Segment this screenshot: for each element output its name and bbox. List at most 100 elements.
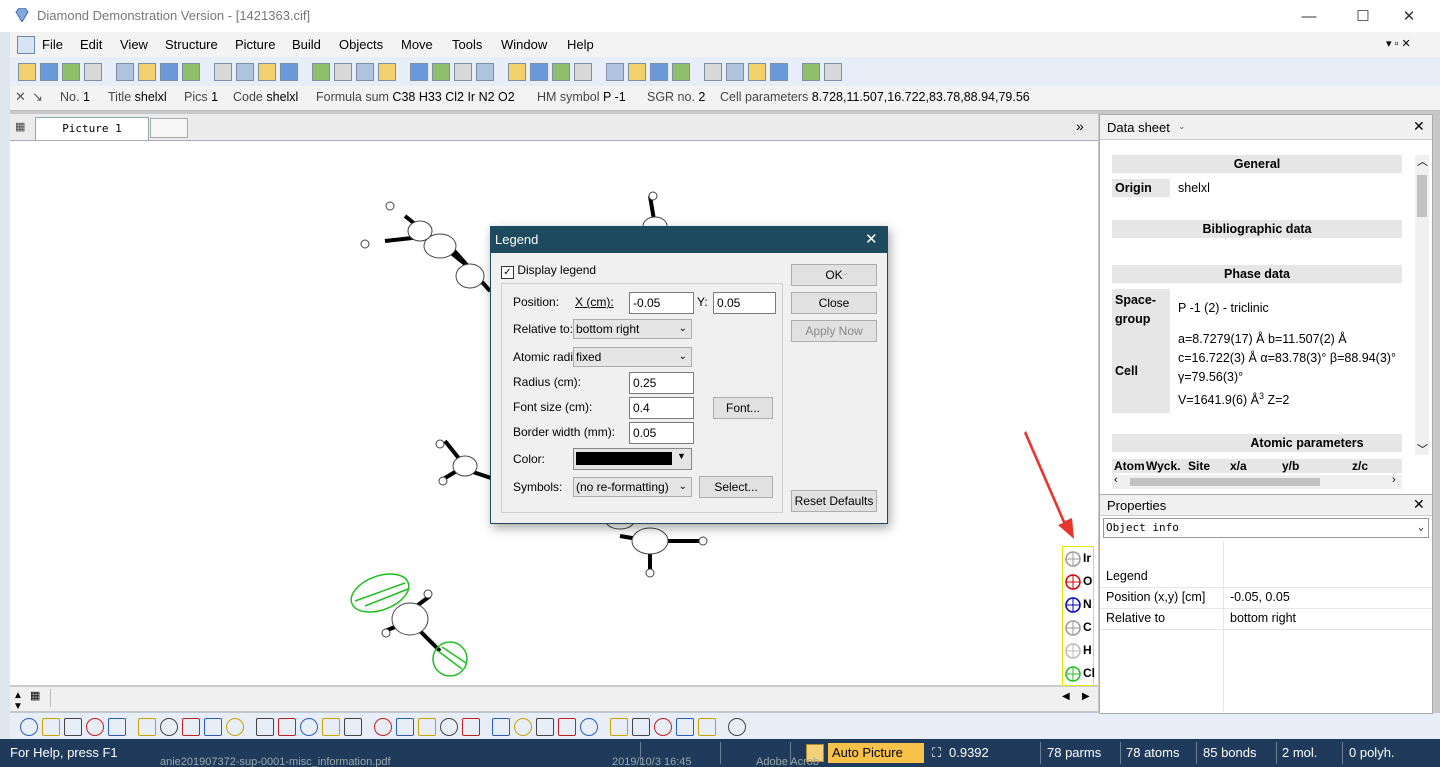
- menu-view[interactable]: View: [120, 37, 148, 52]
- hand-icon[interactable]: [280, 63, 298, 81]
- menu-file[interactable]: File: [42, 37, 63, 52]
- menu-tools[interactable]: Tools: [452, 37, 482, 52]
- undo-icon[interactable]: [236, 63, 254, 81]
- help-icon[interactable]: [802, 63, 820, 81]
- balance-icon[interactable]: [632, 718, 650, 736]
- print-icon[interactable]: [138, 63, 156, 81]
- grid-icon[interactable]: ▦: [15, 120, 25, 133]
- horizontal-scroll-area[interactable]: ▲ ▼ ▦ ◀ ▶: [10, 686, 1098, 712]
- mdi-window-controls[interactable]: ▾ ▫ ✕: [1386, 37, 1411, 50]
- layer-icon[interactable]: [204, 718, 222, 736]
- tab-picture-1[interactable]: Picture 1: [35, 117, 149, 140]
- scroll-up-icon[interactable]: ︿: [1417, 153, 1428, 169]
- save-icon[interactable]: [62, 63, 80, 81]
- pointer-icon[interactable]: [312, 63, 330, 81]
- grid-icon[interactable]: [476, 63, 494, 81]
- sphere-icon[interactable]: [138, 718, 156, 736]
- menu-window[interactable]: Window: [501, 37, 547, 52]
- menu-picture[interactable]: Picture: [235, 37, 275, 52]
- rotate-tool-icon[interactable]: [536, 718, 554, 736]
- close-window-button[interactable]: ✕: [1386, 0, 1432, 32]
- apply-now-button[interactable]: Apply Now: [791, 320, 877, 342]
- cell-icon[interactable]: [374, 718, 392, 736]
- move-icon[interactable]: [514, 718, 532, 736]
- add-atoms-icon[interactable]: [20, 718, 38, 736]
- close-dialog-icon[interactable]: ✕: [865, 230, 878, 248]
- menu-help[interactable]: Help: [567, 37, 594, 52]
- tile-icon[interactable]: [574, 63, 592, 81]
- globe-icon[interactable]: [606, 63, 624, 81]
- table-view-icon[interactable]: [704, 63, 722, 81]
- open-icon[interactable]: [40, 63, 58, 81]
- new-window-icon[interactable]: [530, 63, 548, 81]
- scroll-left-icon[interactable]: ◀: [1062, 691, 1070, 702]
- grid-icon[interactable]: [300, 718, 318, 736]
- measure-icon[interactable]: [462, 718, 480, 736]
- property-row[interactable]: Position (x,y) [cm] -0.05, 0.05: [1100, 587, 1432, 609]
- angle-icon[interactable]: [610, 718, 628, 736]
- image-icon[interactable]: [726, 63, 744, 81]
- reset-defaults-button[interactable]: Reset Defaults: [791, 490, 877, 512]
- horizontal-scrollbar[interactable]: ‹ ›: [1112, 474, 1402, 489]
- molecule-icon[interactable]: [42, 718, 60, 736]
- menu-objects[interactable]: Objects: [339, 37, 383, 52]
- minimize-button[interactable]: —: [1286, 0, 1332, 32]
- window-icon[interactable]: [552, 63, 570, 81]
- ring-icon[interactable]: [86, 718, 104, 736]
- translate-icon[interactable]: [558, 718, 576, 736]
- chevron-down-icon[interactable]: ⌄: [1178, 121, 1186, 132]
- display-legend-checkbox[interactable]: ✓ Display legend: [501, 263, 596, 279]
- ok-button[interactable]: OK: [791, 264, 877, 286]
- cross-icon[interactable]: [256, 718, 274, 736]
- connect-icon[interactable]: [628, 63, 646, 81]
- expand-info-icon[interactable]: ↘: [32, 89, 43, 105]
- star-icon[interactable]: [322, 718, 340, 736]
- color-picker[interactable]: ▼: [573, 448, 692, 470]
- table2-icon[interactable]: [770, 63, 788, 81]
- swap-icon[interactable]: [344, 718, 362, 736]
- connect-icon[interactable]: [226, 718, 244, 736]
- hscroll-thumb[interactable]: [1130, 478, 1320, 486]
- status-mode[interactable]: Auto Picture: [828, 743, 924, 763]
- rotate-icon[interactable]: [378, 63, 396, 81]
- new-picture-button[interactable]: [150, 118, 188, 138]
- tab-overflow-button[interactable]: »: [1076, 118, 1084, 134]
- x-position-input[interactable]: [629, 292, 694, 314]
- bond-icon[interactable]: [64, 718, 82, 736]
- new-icon[interactable]: [18, 63, 36, 81]
- report-icon[interactable]: [410, 63, 428, 81]
- atomic-radii-select[interactable]: fixed ⌄: [573, 347, 692, 367]
- font-size-input[interactable]: [629, 397, 694, 419]
- list-icon[interactable]: [672, 63, 690, 81]
- radius-input[interactable]: [629, 372, 694, 394]
- scroll-thumb[interactable]: [1417, 175, 1427, 217]
- menu-move[interactable]: Move: [401, 37, 433, 52]
- property-row[interactable]: Legend: [1100, 566, 1432, 588]
- arrow-tool-icon[interactable]: [698, 718, 716, 736]
- polyhedron-icon[interactable]: [160, 718, 178, 736]
- menu-structure[interactable]: Structure: [165, 37, 218, 52]
- pointer-tool-icon[interactable]: [492, 718, 510, 736]
- table-icon[interactable]: [432, 63, 450, 81]
- close-button[interactable]: Close: [791, 292, 877, 314]
- property-row[interactable]: Relative to bottom right: [1100, 608, 1432, 630]
- object-info-combo[interactable]: Object info ⌄: [1103, 518, 1429, 538]
- close-info-icon[interactable]: ✕: [15, 89, 26, 105]
- scroll-right-icon[interactable]: ▶: [1082, 691, 1090, 702]
- print-preview-icon[interactable]: [116, 63, 134, 81]
- ruler-icon[interactable]: [654, 718, 672, 736]
- maximize-button[interactable]: ☐: [1340, 0, 1386, 32]
- atom-config-icon[interactable]: [824, 63, 842, 81]
- relative-to-select[interactable]: bottom right ⌄: [573, 319, 692, 339]
- select-icon[interactable]: [418, 718, 436, 736]
- redo-icon[interactable]: [258, 63, 276, 81]
- copy-icon[interactable]: [182, 63, 200, 81]
- screen-icon[interactable]: [508, 63, 526, 81]
- paste-icon[interactable]: [214, 63, 232, 81]
- triangle-icon[interactable]: [676, 718, 694, 736]
- chart-icon[interactable]: [748, 63, 766, 81]
- contour-icon[interactable]: [396, 718, 414, 736]
- zoom-box-icon[interactable]: [580, 718, 598, 736]
- structure-legend[interactable]: Ir O N C H Cl: [1062, 546, 1095, 686]
- menu-edit[interactable]: Edit: [80, 37, 102, 52]
